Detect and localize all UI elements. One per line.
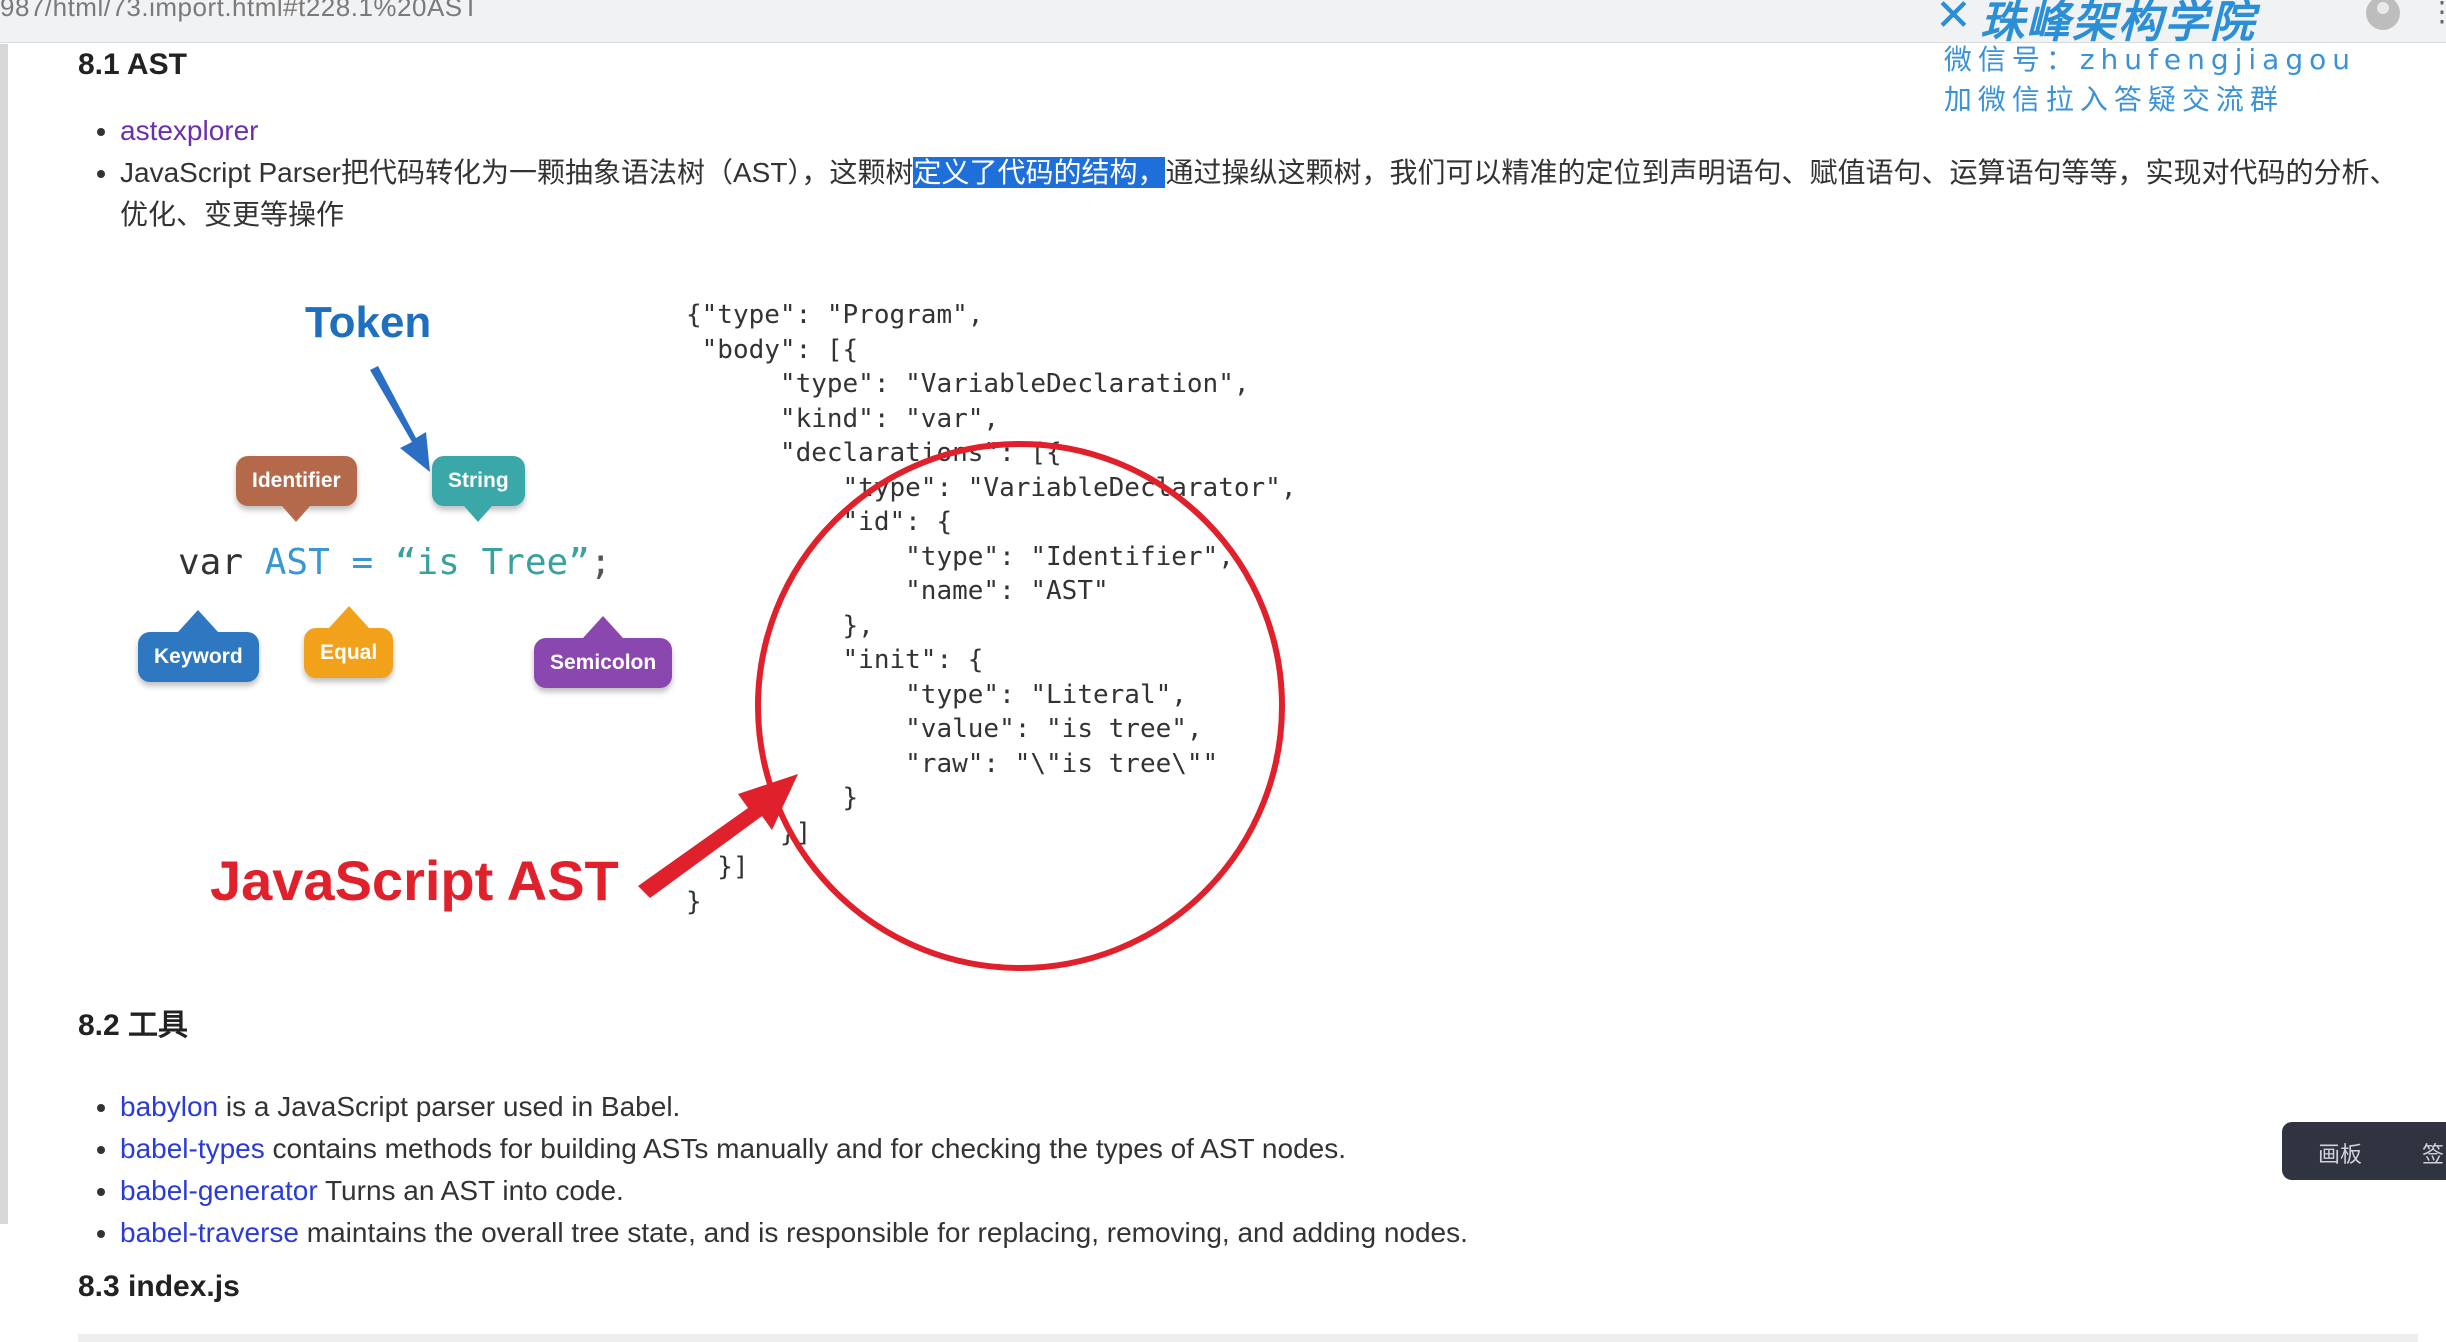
selected-text[interactable]: 定义了代码的结构， xyxy=(913,157,1166,188)
identifier-bubble: Identifier xyxy=(236,456,357,522)
statement-var: var xyxy=(178,542,244,583)
list-item: babylon is a JavaScript parser used in B… xyxy=(120,1086,2420,1128)
code-statement: var AST = “is Tree”; xyxy=(178,542,612,583)
babel-generator-link[interactable]: babel-generator xyxy=(120,1175,318,1206)
heading-8-1: 8.1 AST xyxy=(78,48,187,81)
babel-traverse-link[interactable]: babel-traverse xyxy=(120,1217,299,1248)
string-label: String xyxy=(448,469,509,492)
semicolon-bubble: Semicolon xyxy=(534,616,673,688)
javascript-ast-title: JavaScript AST xyxy=(210,849,619,912)
babel-generator-desc: Turns an AST into code. xyxy=(317,1175,624,1206)
keyword-label: Keyword xyxy=(154,645,243,668)
astexplorer-link[interactable]: astexplorer xyxy=(120,115,259,146)
statement-identifier: AST xyxy=(264,542,330,583)
list-item: babel-traverse maintains the overall tre… xyxy=(120,1212,2420,1254)
profile-avatar[interactable] xyxy=(2366,0,2400,30)
address-bar-url[interactable]: 987/html/73.import.html#t228.1%20AST xyxy=(0,0,479,23)
semicolon-label: Semicolon xyxy=(550,651,657,674)
list-item: astexplorer xyxy=(120,110,2418,152)
brand-logo-icon: ✕ xyxy=(1935,0,1972,41)
heading-8-2: 8.2 工具 xyxy=(78,1009,189,1042)
equal-bubble: Equal xyxy=(304,606,394,678)
code-line: "kind": "var", xyxy=(686,403,1000,434)
highlight-circle xyxy=(755,441,1285,971)
left-border xyxy=(0,44,8,1224)
identifier-label: Identifier xyxy=(252,469,341,492)
string-bubble: String xyxy=(432,456,525,522)
red-arrow-icon xyxy=(638,774,798,898)
drawing-board-button[interactable]: 画板 xyxy=(2318,1137,2362,1169)
code-line: "body": [{ xyxy=(686,334,859,365)
ast-paragraph-start: JavaScript Parser把代码转化为一颗抽象语法树（AST），这颗树 xyxy=(120,157,914,188)
document-content: 8.1 AST astexplorer JavaScript Parser把代码… xyxy=(78,42,2418,1303)
statement-semicolon: ; xyxy=(589,542,612,583)
equal-label: Equal xyxy=(320,641,378,664)
list-item: JavaScript Parser把代码转化为一颗抽象语法树（AST），这颗树定… xyxy=(120,152,2418,236)
babel-types-link[interactable]: babel-types xyxy=(120,1133,265,1164)
statement-string: “is Tree” xyxy=(394,542,590,583)
tools-list: babylon is a JavaScript parser used in B… xyxy=(78,1086,2420,1254)
ast-list: astexplorer JavaScript Parser把代码转化为一颗抽象语… xyxy=(78,110,2418,236)
token-label: Token xyxy=(305,298,432,347)
babel-types-desc: contains methods for building ASTs manua… xyxy=(264,1133,1346,1164)
sign-button[interactable]: 签 xyxy=(2422,1137,2444,1169)
token-arrow-icon xyxy=(370,366,430,472)
list-item: babel-generator Turns an AST into code. xyxy=(120,1170,2420,1212)
babylon-desc: is a JavaScript parser used in Babel. xyxy=(218,1091,681,1122)
list-item: babel-types contains methods for buildin… xyxy=(120,1128,2420,1170)
heading-8-3: 8.3 index.js xyxy=(78,1270,240,1303)
statement-equal: = xyxy=(351,542,374,583)
floating-toolbar[interactable]: 画板 签 xyxy=(2282,1122,2446,1180)
keyword-bubble: Keyword xyxy=(138,610,259,682)
babel-traverse-desc: maintains the overall tree state, and is… xyxy=(298,1217,1468,1248)
browser-menu-icon[interactable]: ⋮ xyxy=(2428,0,2446,26)
code-block-top-edge xyxy=(78,1334,2418,1342)
browser-toolbar: 987/html/73.import.html#t228.1%20AST ✕ 珠… xyxy=(0,0,2446,48)
babylon-link[interactable]: babylon xyxy=(120,1091,218,1122)
code-line: "type": "VariableDeclaration", xyxy=(686,369,1250,399)
ast-diagram-image: Token Identifier String var AST = “is Tr… xyxy=(120,278,1300,971)
code-line: {"type": "Program", xyxy=(686,300,984,330)
